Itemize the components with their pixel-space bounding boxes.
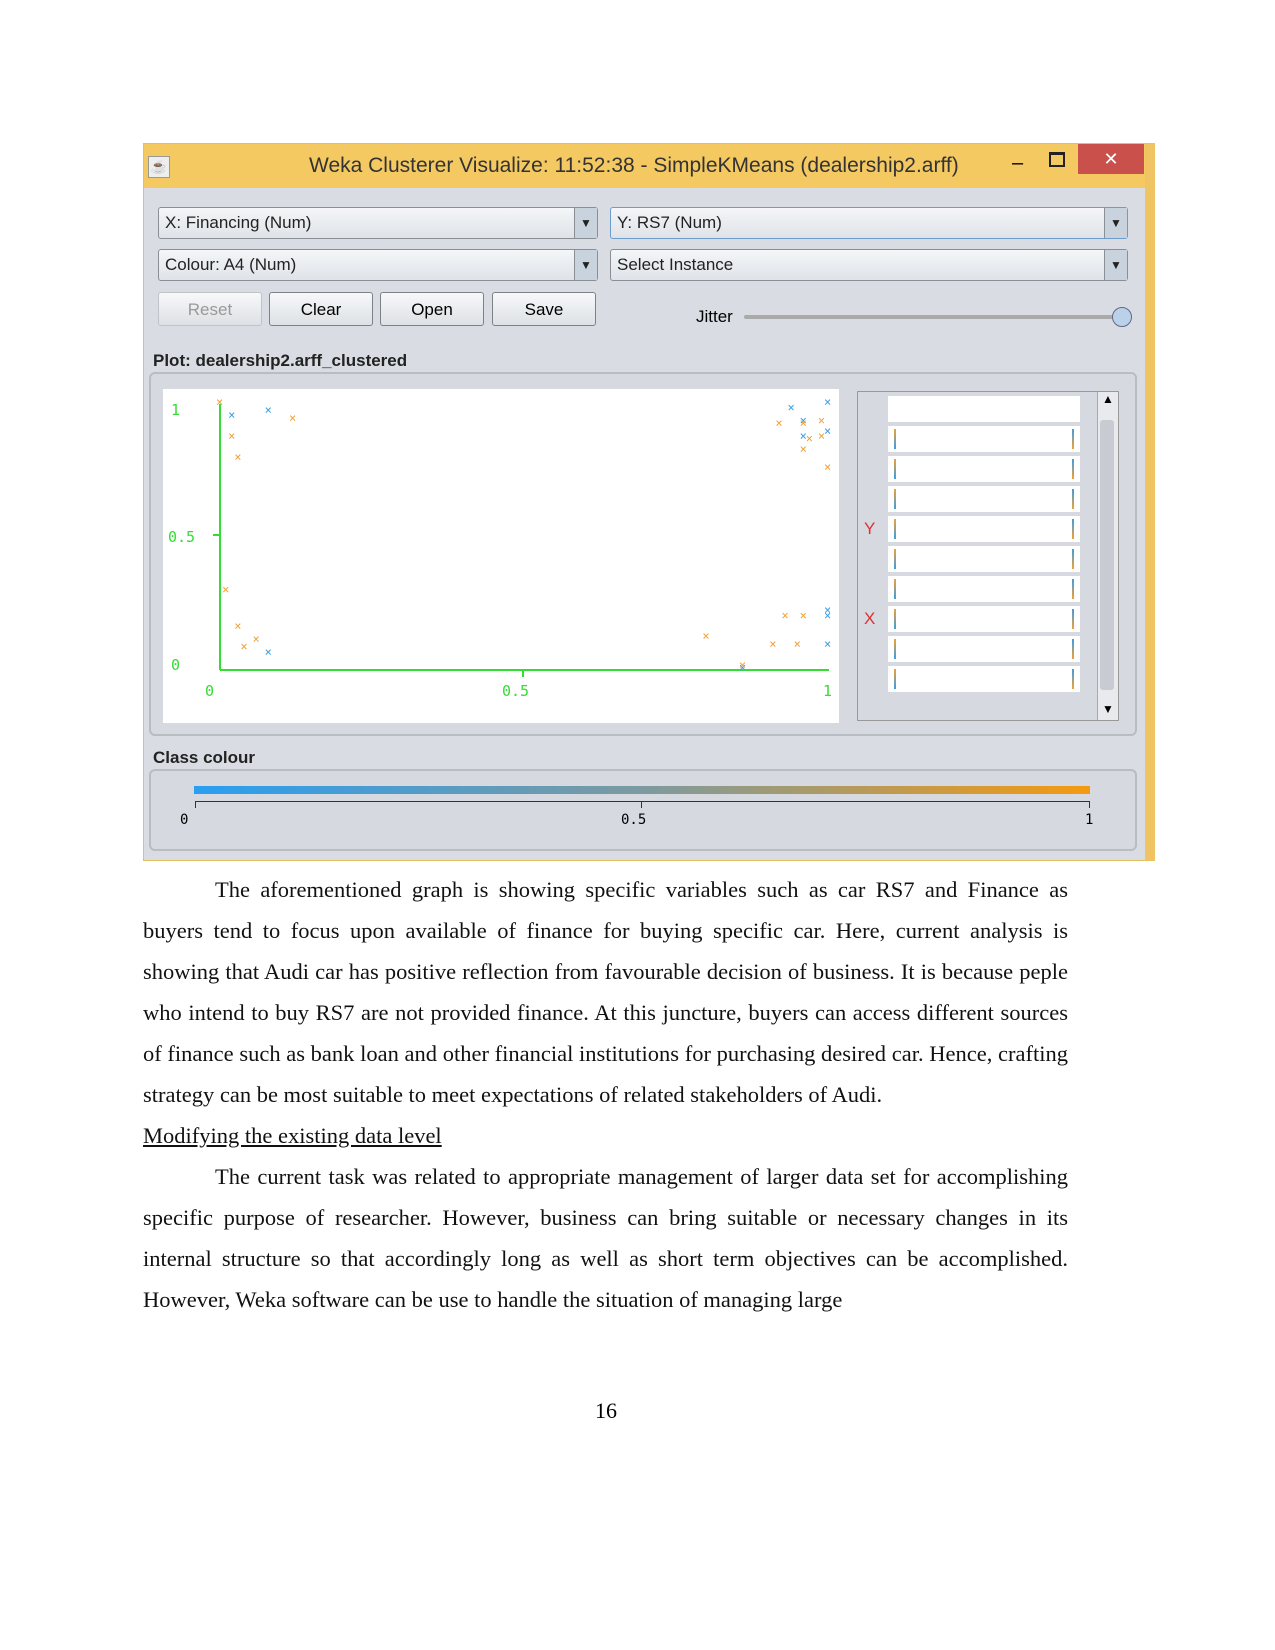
class-colour-bar — [194, 786, 1090, 794]
data-point[interactable]: × — [289, 411, 296, 425]
data-point[interactable]: × — [228, 408, 235, 422]
attribute-strip[interactable] — [888, 426, 1080, 452]
chevron-down-icon: ▼ — [1104, 250, 1127, 280]
x-marker-label: X — [864, 609, 876, 628]
paragraph: The aforementioned graph is showing spec… — [143, 877, 1068, 1107]
attribute-strip[interactable] — [888, 576, 1080, 602]
scatter-plot[interactable]: 1 0.5 0 0 0.5 1 × × × × × × × × × × × × × × × × × × × × × × × ×… — [163, 389, 839, 723]
data-point[interactable]: × — [240, 640, 247, 654]
close-button[interactable]: ✕ — [1078, 144, 1144, 174]
document-body: The aforementioned graph is showing spec… — [143, 869, 1068, 1320]
select-instance-value: Select Instance — [617, 255, 734, 274]
attribute-strip[interactable] — [888, 516, 1080, 542]
maximize-button[interactable] — [1049, 152, 1065, 167]
reset-button[interactable]: Reset — [158, 292, 262, 326]
data-point[interactable]: × — [216, 395, 223, 409]
class-colour-label: Class colour — [153, 748, 256, 767]
select-instance-select[interactable]: Select Instance ▼ — [610, 249, 1128, 281]
y-axis-value: Y: RS7 (Num) — [617, 213, 722, 232]
open-button[interactable]: Open — [380, 292, 484, 326]
colour-value: Colour: A4 (Num) — [165, 255, 297, 274]
y-axis-select[interactable]: Y: RS7 (Num) ▼ — [610, 207, 1128, 239]
attribute-strip[interactable] — [888, 456, 1080, 482]
x-tick-label: 0.5 — [502, 682, 529, 700]
attribute-strip[interactable] — [888, 486, 1080, 512]
y-tick-label: 1 — [171, 401, 180, 419]
attribute-panel: Y X ▲ ▼ — [857, 391, 1119, 721]
data-point[interactable]: × — [265, 645, 272, 659]
data-point[interactable]: × — [824, 460, 831, 474]
save-button[interactable]: Save — [492, 292, 596, 326]
attribute-strip[interactable] — [888, 396, 1080, 422]
data-point[interactable]: × — [222, 582, 229, 596]
colour-tick-label: 0 — [180, 812, 189, 828]
data-point[interactable]: × — [800, 416, 807, 430]
jitter-slider[interactable] — [744, 307, 1132, 327]
attribute-strip[interactable] — [888, 666, 1080, 692]
data-point[interactable]: × — [781, 608, 788, 622]
x-tick-label: 1 — [823, 682, 832, 700]
jitter-slider-thumb[interactable] — [1112, 307, 1132, 327]
data-point[interactable]: × — [775, 416, 782, 430]
chevron-down-icon: ▼ — [574, 208, 597, 238]
data-point[interactable]: × — [824, 608, 831, 622]
data-point[interactable]: × — [234, 450, 241, 464]
data-point[interactable]: × — [824, 424, 831, 438]
data-point[interactable]: × — [824, 395, 831, 409]
minimize-button[interactable]: – — [1012, 152, 1023, 175]
colour-tick-label: 1 — [1085, 812, 1094, 828]
data-point[interactable]: × — [794, 637, 801, 651]
scroll-up-icon[interactable]: ▲ — [1098, 392, 1118, 406]
class-colour-panel — [149, 769, 1137, 851]
jitter-label: Jitter — [696, 307, 733, 326]
page-number: 16 — [595, 1398, 617, 1423]
title-bar: ☕ Weka Clusterer Visualize: 11:52:38 - S… — [144, 144, 1145, 188]
scrollbar-thumb[interactable] — [1100, 420, 1114, 690]
chevron-down-icon: ▼ — [1104, 208, 1127, 238]
y-tick-label: 0 — [171, 656, 180, 674]
data-point[interactable]: × — [788, 400, 795, 414]
data-point[interactable]: × — [769, 637, 776, 651]
java-app-icon: ☕ — [148, 156, 170, 178]
data-point[interactable]: × — [800, 608, 807, 622]
colour-tick-label: 0.5 — [621, 812, 647, 828]
clear-button[interactable]: Clear — [269, 292, 373, 326]
colour-scale-axis — [195, 801, 1090, 802]
paragraph: The current task was related to appropri… — [143, 1164, 1068, 1312]
plot-label: Plot: dealership2.arff_clustered — [153, 351, 408, 370]
colour-select[interactable]: Colour: A4 (Num) ▼ — [158, 249, 598, 281]
data-point[interactable]: × — [252, 632, 259, 646]
x-tick-label: 0 — [205, 682, 214, 700]
section-heading: Modifying the existing data level — [143, 1123, 442, 1148]
data-point[interactable]: × — [702, 629, 709, 643]
y-marker-label: Y — [864, 519, 876, 538]
scroll-down-icon[interactable]: ▼ — [1098, 702, 1118, 716]
window-title: Weka Clusterer Visualize: 11:52:38 - Sim… — [309, 154, 959, 177]
chevron-down-icon: ▼ — [574, 250, 597, 280]
x-axis-value: X: Financing (Num) — [165, 213, 312, 232]
attribute-strip[interactable] — [888, 636, 1080, 662]
data-point[interactable]: × — [806, 432, 813, 446]
y-tick-label: 0.5 — [168, 528, 195, 546]
vertical-scrollbar[interactable]: ▲ ▼ — [1097, 392, 1118, 720]
data-point[interactable]: × — [739, 658, 746, 672]
attribute-strip[interactable] — [888, 546, 1080, 572]
x-axis-select[interactable]: X: Financing (Num) ▼ — [158, 207, 598, 239]
data-point[interactable]: × — [228, 429, 235, 443]
attribute-strip[interactable] — [888, 606, 1080, 632]
data-point[interactable]: × — [265, 403, 272, 417]
data-point[interactable]: × — [234, 619, 241, 633]
data-point[interactable]: × — [824, 637, 831, 651]
